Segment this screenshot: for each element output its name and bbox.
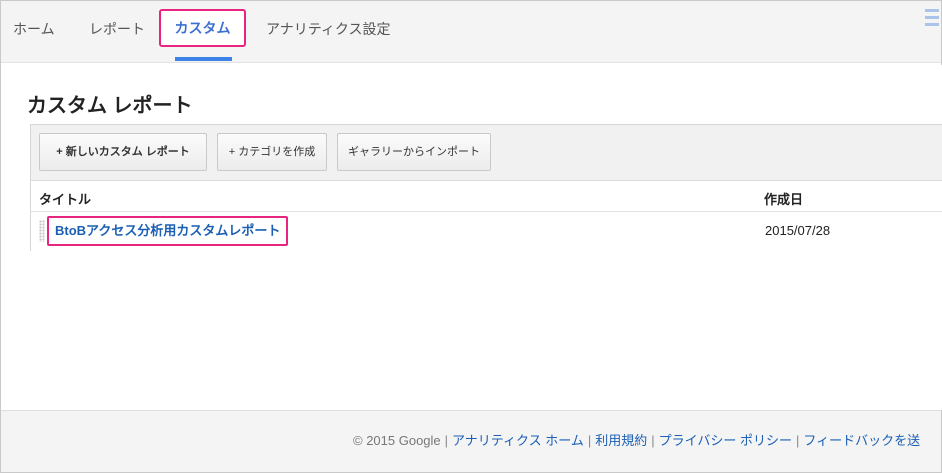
top-nav: ホーム レポート カスタム アナリティクス設定 — [1, 1, 941, 63]
custom-report-list: + 新しいカスタム レポート + カテゴリを作成 ギャラリーからインポート タイ… — [30, 124, 942, 251]
create-category-button[interactable]: + カテゴリを作成 — [217, 133, 327, 171]
tab-analytics-settings[interactable]: アナリティクス設定 — [266, 19, 390, 39]
import-from-gallery-button[interactable]: ギャラリーからインポート — [337, 133, 491, 171]
tab-home[interactable]: ホーム — [13, 19, 55, 39]
column-header-created-date[interactable]: 作成日 — [764, 189, 803, 208]
app-window: ホーム レポート カスタム アナリティクス設定 カスタム レポート + 新しいカ… — [0, 0, 942, 473]
footer-link-terms[interactable]: 利用規約 — [595, 433, 647, 448]
report-created-date: 2015/07/28 — [765, 223, 831, 238]
table-row: BtoBアクセス分析用カスタムレポート 2015/07/28 — [31, 213, 942, 251]
panel-toggle-icon[interactable] — [925, 5, 939, 39]
report-title-link[interactable]: BtoBアクセス分析用カスタムレポート — [47, 216, 289, 246]
active-tab-indicator — [175, 57, 232, 61]
column-header-title[interactable]: タイトル — [39, 189, 91, 208]
footer-link-feedback[interactable]: フィードバックを送 — [803, 433, 920, 448]
footer-link-privacy[interactable]: プライバシー ポリシー — [659, 433, 792, 448]
page-title: カスタム レポート — [27, 95, 193, 117]
drag-handle-icon[interactable] — [39, 220, 45, 242]
tab-reports[interactable]: レポート — [89, 19, 145, 39]
new-custom-report-button[interactable]: + 新しいカスタム レポート — [39, 133, 207, 171]
report-toolbar: + 新しいカスタム レポート + カテゴリを作成 ギャラリーからインポート — [31, 125, 942, 181]
footer-links: © 2015 Google | アナリティクス ホーム | 利用規約 | プライバシー ポリ… — [353, 433, 921, 448]
footer: © 2015 Google | アナリティクス ホーム | 利用規約 | プライバシー ポリ… — [1, 410, 941, 472]
tab-custom[interactable]: カスタム — [159, 9, 246, 47]
footer-link-analytics-home[interactable]: アナリティクス ホーム — [452, 433, 584, 448]
table-header: タイトル 作成日 — [31, 182, 942, 212]
copyright-text: © 2015 Google — [353, 433, 441, 448]
